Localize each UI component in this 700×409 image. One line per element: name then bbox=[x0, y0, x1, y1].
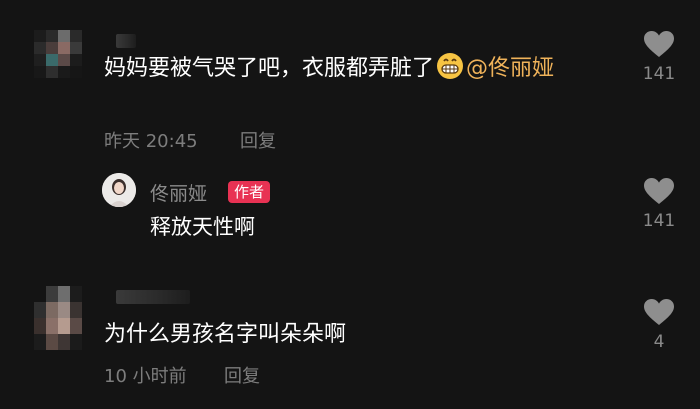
like-button[interactable]: 141 bbox=[639, 30, 679, 84]
heart-icon bbox=[644, 299, 674, 325]
comment-timestamp: 10 小时前 bbox=[104, 366, 187, 387]
grinning-face-emoji bbox=[437, 53, 464, 79]
like-count: 141 bbox=[642, 211, 676, 231]
comment-timestamp: 昨天 20:45 bbox=[104, 131, 198, 152]
like-count: 4 bbox=[653, 332, 665, 352]
author-badge: 作者 bbox=[228, 181, 271, 203]
reply-button[interactable]: 回复 bbox=[224, 362, 260, 388]
commenter-name-redacted bbox=[116, 290, 190, 304]
author-reply-text: 释放天性啊 bbox=[150, 215, 255, 239]
like-button[interactable]: 141 bbox=[639, 177, 679, 231]
reply-button[interactable]: 回复 bbox=[240, 127, 276, 153]
mention-link[interactable]: @佟丽娅 bbox=[466, 56, 554, 81]
heart-icon bbox=[644, 31, 674, 57]
heart-icon bbox=[644, 178, 674, 204]
author-avatar[interactable] bbox=[102, 173, 136, 207]
commenter-avatar[interactable] bbox=[34, 286, 82, 350]
like-button[interactable]: 4 bbox=[639, 298, 679, 352]
commenter-avatar[interactable] bbox=[34, 30, 82, 78]
author-name[interactable]: 佟丽娅 bbox=[150, 179, 207, 206]
comment-text: 为什么男孩名字叫朵朵啊 bbox=[104, 322, 347, 347]
commenter-name-redacted bbox=[116, 34, 136, 48]
like-count: 141 bbox=[642, 64, 676, 84]
comment-text: 妈妈要被气哭了吧，衣服都弄脏了 @佟丽娅 bbox=[104, 52, 624, 86]
